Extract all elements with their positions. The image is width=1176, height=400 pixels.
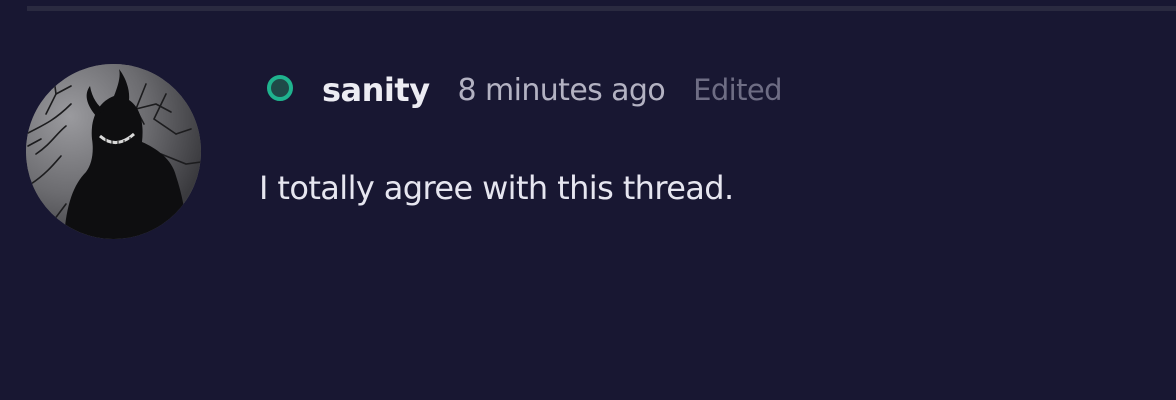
comment: sanity 8 minutes ago Edited I totally ag… <box>0 0 1176 400</box>
avatar[interactable] <box>26 64 201 239</box>
horned-figure-avatar-icon <box>26 64 201 239</box>
comment-header: sanity 8 minutes ago Edited <box>322 66 783 114</box>
online-status-indicator <box>267 75 293 101</box>
comment-timestamp[interactable]: 8 minutes ago <box>458 73 666 108</box>
edited-label: Edited <box>693 73 782 107</box>
comment-body: I totally agree with this thread. <box>259 169 734 207</box>
username-link[interactable]: sanity <box>322 71 430 109</box>
